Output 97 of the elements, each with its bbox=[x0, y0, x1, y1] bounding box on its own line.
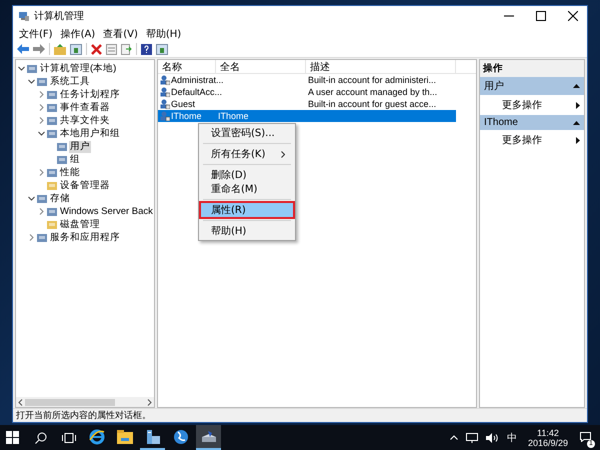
menu-item[interactable]: 重命名(M) bbox=[201, 182, 293, 196]
menu-item[interactable]: 所有任务(K) bbox=[201, 147, 293, 161]
tree-item[interactable]: 本地用户和组 bbox=[59, 128, 121, 140]
user-icon bbox=[160, 111, 170, 121]
tree-item[interactable]: 用户 bbox=[69, 140, 91, 152]
node-icon bbox=[57, 142, 67, 151]
triangle-right-icon bbox=[576, 136, 580, 144]
scroll-left-icon[interactable] bbox=[18, 398, 23, 406]
tree-item[interactable]: 磁盘管理 bbox=[59, 218, 101, 230]
taskbar-app-button[interactable] bbox=[196, 425, 221, 450]
node-icon bbox=[47, 207, 57, 216]
node-icon bbox=[47, 220, 57, 229]
user-icon bbox=[160, 87, 170, 97]
tree-item[interactable]: 共享文件夹 bbox=[59, 114, 111, 126]
tree-item[interactable]: 系统工具 bbox=[49, 76, 91, 88]
node-icon bbox=[57, 155, 67, 164]
horizontal-scrollbar[interactable] bbox=[16, 397, 154, 407]
status-text: 打开当前所选内容的属性对话框。 bbox=[16, 410, 151, 422]
properties-icon[interactable] bbox=[106, 44, 117, 54]
menu-item[interactable]: 删除(D) bbox=[201, 168, 293, 182]
node-icon bbox=[47, 168, 57, 177]
menu-item[interactable]: 文件(F) bbox=[15, 26, 57, 40]
help-icon[interactable] bbox=[141, 44, 152, 54]
user-icon bbox=[160, 99, 170, 109]
folder-icon bbox=[116, 430, 132, 444]
export-icon[interactable] bbox=[121, 44, 132, 54]
server-icon bbox=[144, 428, 160, 444]
node-icon bbox=[47, 103, 57, 112]
volume-icon[interactable] bbox=[486, 432, 498, 442]
node-icon bbox=[47, 116, 57, 125]
task-view-icon bbox=[62, 432, 76, 442]
tree-item[interactable]: 事件查看器 bbox=[59, 102, 111, 114]
user-name: Administrat... bbox=[171, 75, 224, 85]
panel-icon[interactable] bbox=[70, 44, 82, 54]
clock-date: 2016/9/29 bbox=[528, 438, 568, 448]
node-icon bbox=[37, 77, 47, 86]
table-row[interactable]: Administrat... Built-in account for administeri... bbox=[158, 74, 456, 86]
section-header[interactable]: 用户 bbox=[480, 77, 584, 95]
table-row[interactable]: IThome IThome bbox=[158, 110, 456, 122]
tree-item[interactable]: 性能 bbox=[59, 166, 81, 178]
action-item[interactable]: 更多操作 bbox=[480, 95, 584, 115]
forward-arrow-icon[interactable] bbox=[33, 44, 45, 54]
menu-item[interactable]: 帮助(H) bbox=[201, 224, 293, 238]
user-name: IThome bbox=[171, 111, 202, 121]
window-title: 计算机管理 bbox=[34, 10, 84, 23]
node-icon bbox=[37, 233, 47, 242]
action-item[interactable]: 更多操作 bbox=[480, 130, 584, 150]
menu-item[interactable]: 查看(V) bbox=[99, 26, 142, 40]
tree-item[interactable]: 存储 bbox=[49, 192, 71, 204]
tree-item[interactable]: Windows Server Back bbox=[59, 206, 154, 218]
globe-icon bbox=[172, 428, 188, 444]
tree-item[interactable]: 服务和应用程序 bbox=[49, 232, 121, 244]
menu-item[interactable]: 帮助(H) bbox=[142, 26, 186, 40]
chevron-up-icon[interactable] bbox=[450, 435, 458, 440]
column-header[interactable]: 全名 bbox=[216, 60, 306, 74]
actions-title: 操作 bbox=[480, 60, 584, 77]
close-icon bbox=[568, 11, 578, 21]
folder-up-icon[interactable] bbox=[54, 44, 66, 54]
column-header[interactable]: 名称 bbox=[158, 60, 216, 74]
menu-item[interactable]: 操作(A) bbox=[56, 26, 100, 40]
search-icon bbox=[34, 432, 46, 444]
tree-item[interactable]: 设备管理器 bbox=[59, 180, 111, 192]
description-text: Built-in account for administeri... bbox=[308, 75, 436, 85]
node-icon bbox=[47, 129, 57, 138]
delete-icon[interactable] bbox=[91, 44, 102, 54]
clock-time: 11:42 bbox=[537, 428, 559, 438]
user-name: DefaultAcc... bbox=[171, 87, 222, 97]
browser-icon bbox=[88, 428, 104, 444]
maximize-icon bbox=[536, 11, 546, 21]
node-icon bbox=[27, 64, 37, 73]
back-arrow-icon[interactable] bbox=[17, 44, 29, 54]
menu-item[interactable]: 设置密码(S)... bbox=[201, 126, 293, 140]
node-icon bbox=[47, 90, 57, 99]
tree-item[interactable]: 任务计划程序 bbox=[59, 88, 121, 100]
tree-item[interactable]: 计算机管理(本地) bbox=[39, 62, 118, 74]
node-icon bbox=[47, 181, 57, 190]
windows-icon bbox=[6, 431, 19, 444]
triangle-right-icon bbox=[576, 102, 580, 108]
description-text: A user account managed by th... bbox=[308, 87, 438, 97]
panel-icon[interactable] bbox=[156, 44, 168, 54]
clock[interactable]: 11:42 2016/9/29 bbox=[528, 425, 568, 450]
collapse-triangle-icon bbox=[573, 120, 580, 124]
user-name: Guest bbox=[171, 99, 196, 109]
scroll-right-icon[interactable] bbox=[147, 398, 152, 406]
menu-item[interactable]: 属性(R) bbox=[201, 203, 293, 217]
network-icon[interactable] bbox=[466, 432, 478, 442]
input-method-indicator[interactable]: 中 bbox=[506, 430, 517, 444]
node-icon bbox=[37, 194, 47, 203]
collapse-triangle-icon bbox=[573, 84, 580, 88]
table-row[interactable]: DefaultAcc... A user account managed by th... bbox=[158, 86, 456, 98]
full-name: IThome bbox=[218, 111, 249, 121]
section-header[interactable]: IThome bbox=[480, 115, 584, 130]
description-text: Built-in account for guest acce... bbox=[308, 99, 436, 109]
table-row[interactable]: Guest Built-in account for guest acce... bbox=[158, 98, 456, 110]
tree-item[interactable]: 组 bbox=[69, 154, 81, 166]
notification-icon bbox=[580, 432, 590, 442]
column-header[interactable]: 描述 bbox=[306, 60, 456, 74]
